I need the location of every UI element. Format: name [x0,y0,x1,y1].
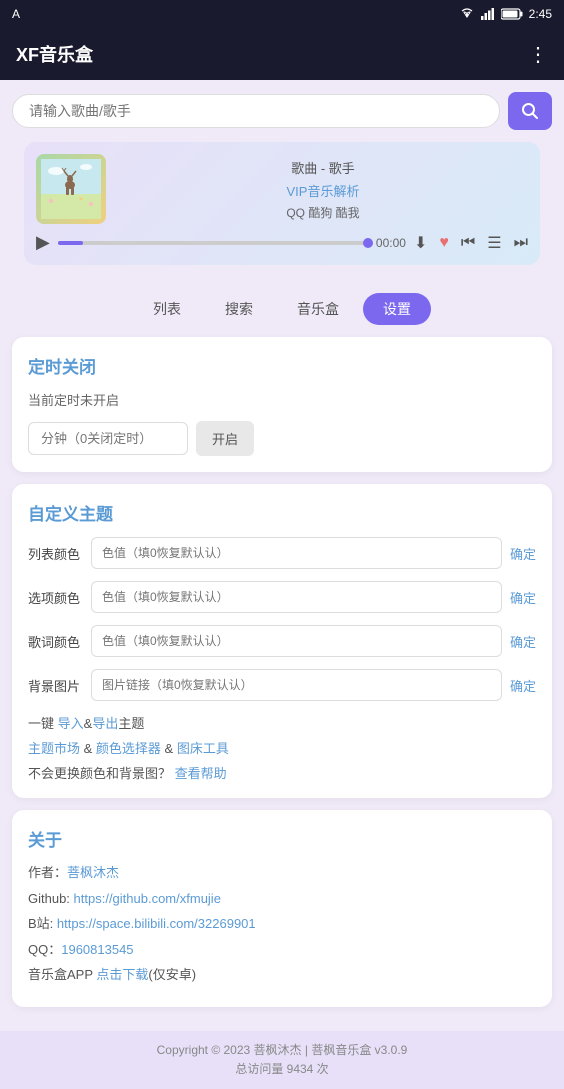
theme-links-row: 主题市场 & 颜色选择器 & 图床工具 [28,738,536,757]
content-area: 定时关闭 当前定时未开启 开启 自定义主题 列表颜色 确定 选项颜色 确定 歌词… [0,337,564,1031]
search-button[interactable] [508,92,552,130]
theme-section: 自定义主题 列表颜色 确定 选项颜色 确定 歌词颜色 确定 背景图片 确定 一键… [12,484,552,798]
timer-section: 定时关闭 当前定时未开启 开启 [12,337,552,472]
help-text: 不会更换颜色和背景图？ [28,766,171,781]
option-color-confirm-button[interactable]: 确定 [510,588,536,607]
about-bilibili: B站: https://space.bilibili.com/32269901 [28,914,536,934]
wifi-icon [459,8,475,20]
option-color-input[interactable] [91,581,502,613]
app-header: XF音乐盒 ⋮ [0,28,564,80]
tab-list[interactable]: 列表 [133,293,201,325]
lyrics-color-row: 歌词颜色 确定 [28,625,536,657]
theme-import-export: 一键 导入&导出主题 [28,713,536,732]
tab-musicbox[interactable]: 音乐盒 [277,293,359,325]
progress-bar[interactable] [58,241,368,245]
next-button[interactable]: ⏭ [514,234,528,252]
progress-dot [363,238,373,248]
search-section [0,80,564,142]
battery-icon [501,8,523,20]
footer: Copyright © 2023 菩枫沐杰 | 菩枫音乐盒 v3.0.9 总访问… [0,1031,564,1089]
player-controls: ⬇ ♥ ⏮ ☰ ⏭ [414,233,528,253]
vip-text[interactable]: VIP音乐解析 [118,181,528,200]
status-right: 2:45 [459,7,552,21]
search-icon [521,102,539,120]
option-color-row: 选项颜色 确定 [28,581,536,613]
tab-settings[interactable]: 设置 [363,293,431,325]
progress-area: ▶ 00:00 ⬇ ♥ ⏮ ☰ ⏭ [36,232,528,253]
color-picker-link[interactable]: 颜色选择器 [96,741,161,756]
app-download-link[interactable]: 点击下载 [96,967,148,982]
song-info: 歌曲 - 歌手 VIP音乐解析 QQ 酷狗 酷我 [118,158,528,221]
footer-visits: 总访问量 9434 次 [10,1060,554,1077]
about-app-download: 音乐盒APP 点击下载(仅安卓) [28,965,536,985]
theme-title: 自定义主题 [28,500,536,525]
qq-link[interactable]: 1960813545 [61,942,133,957]
status-bar: A 2:45 [0,0,564,28]
list-color-label: 列表颜色 [28,544,83,563]
app-title: XF音乐盒 [16,41,93,67]
time-display: 2:45 [529,7,552,21]
list-color-row: 列表颜色 确定 [28,537,536,569]
tabs-section: 列表 搜索 音乐盒 设置 [0,277,564,325]
favorite-button[interactable]: ♥ [439,234,449,252]
app-indicator: A [12,7,20,21]
help-row: 不会更换颜色和背景图？ 查看帮助 [28,763,536,782]
timer-title: 定时关闭 [28,353,536,378]
play-button[interactable]: ▶ [36,232,50,253]
bg-image-confirm-button[interactable]: 确定 [510,676,536,695]
player-wrapper: 歌曲 - 歌手 VIP音乐解析 QQ 酷狗 酷我 ▶ 00:00 ⬇ ♥ ⏮ ☰… [0,142,564,277]
option-color-label: 选项颜色 [28,588,83,607]
progress-fill [58,241,83,245]
song-title: 歌曲 - 歌手 [118,158,528,177]
player-section: 歌曲 - 歌手 VIP音乐解析 QQ 酷狗 酷我 ▶ 00:00 ⬇ ♥ ⏮ ☰… [24,142,540,265]
timer-enable-button[interactable]: 开启 [196,421,254,456]
header-menu-button[interactable]: ⋮ [528,42,548,67]
list-color-confirm-button[interactable]: 确定 [510,544,536,563]
lyrics-color-confirm-button[interactable]: 确定 [510,632,536,651]
about-qq: QQ：1960813545 [28,940,536,960]
bg-image-row: 背景图片 确定 [28,669,536,701]
signal-icon [481,8,495,20]
list-button[interactable]: ☰ [487,233,501,253]
tabs-row: 列表 搜索 音乐盒 设置 [12,293,552,325]
about-author: 作者：菩枫沐杰 [28,863,536,883]
github-link[interactable]: https://github.com/xfmujie [74,891,221,906]
tab-search[interactable]: 搜索 [205,293,273,325]
bilibili-link[interactable]: https://space.bilibili.com/32269901 [57,916,256,931]
footer-copyright: Copyright © 2023 菩枫沐杰 | 菩枫音乐盒 v3.0.9 [10,1041,554,1058]
player-top: 歌曲 - 歌手 VIP音乐解析 QQ 酷狗 酷我 [36,154,528,224]
bg-image-input[interactable] [91,669,502,701]
timer-status: 当前定时未开启 [28,390,536,409]
download-button[interactable]: ⬇ [414,233,427,253]
source-text: QQ 酷狗 酷我 [118,204,528,221]
bg-image-label: 背景图片 [28,676,83,695]
lyrics-color-label: 歌词颜色 [28,632,83,651]
status-left: A [12,7,20,21]
help-link[interactable]: 查看帮助 [175,766,227,781]
theme-market-link[interactable]: 主题市场 [28,741,80,756]
lyrics-color-input[interactable] [91,625,502,657]
about-github: Github: https://github.com/xfmujie [28,889,536,909]
timer-row: 开启 [28,421,536,456]
time-display-player: 00:00 [376,236,406,250]
import-link[interactable]: 导入 [58,716,84,731]
about-title: 关于 [28,826,536,851]
timer-input[interactable] [28,422,188,455]
about-section: 关于 作者：菩枫沐杰 Github: https://github.com/xf… [12,810,552,1007]
list-color-input[interactable] [91,537,502,569]
export-link[interactable]: 导出 [92,716,118,731]
bed-tool-link[interactable]: 图床工具 [177,741,229,756]
author-link[interactable]: 菩枫沐杰 [67,865,119,880]
search-input[interactable] [12,94,500,128]
prev-button[interactable]: ⏮ [461,234,475,252]
album-art-image [41,159,101,219]
album-art [36,154,106,224]
